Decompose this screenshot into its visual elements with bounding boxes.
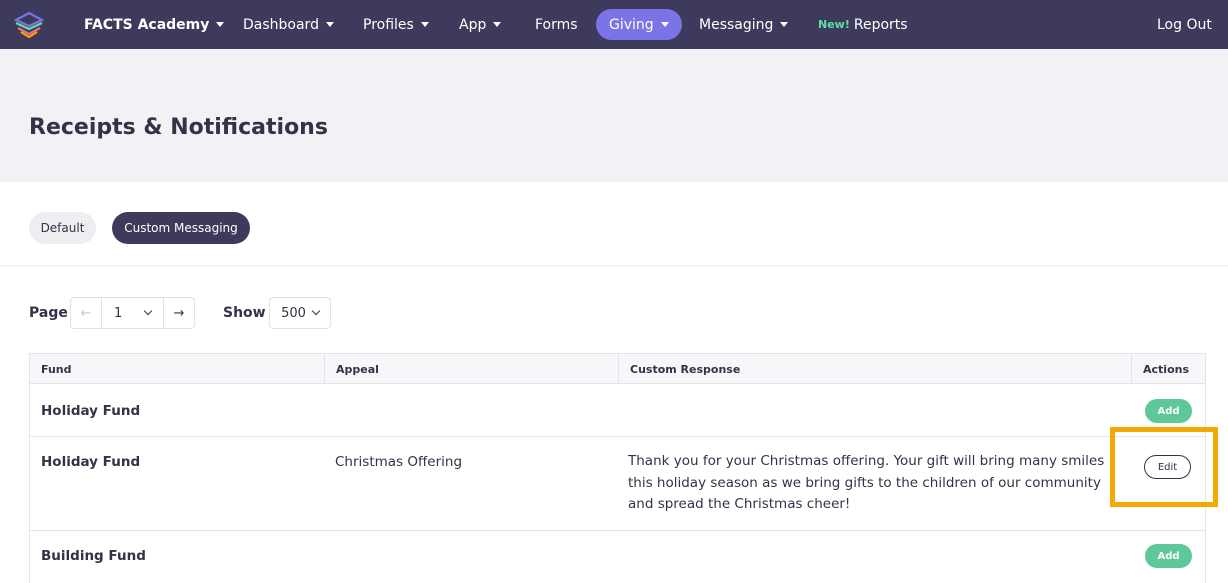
column-header-appeal[interactable]: Appeal bbox=[324, 354, 618, 384]
page-pager: ← 1 → bbox=[70, 297, 195, 329]
nav-brand-menu[interactable]: FACTS Academy bbox=[84, 0, 225, 49]
tab-default[interactable]: Default bbox=[29, 212, 96, 244]
table-row: Building Fund Add bbox=[30, 531, 1205, 583]
custom-response-cell: Thank you for your Christmas offering. Y… bbox=[628, 453, 1105, 512]
nav-item-reports[interactable]: New! Reports bbox=[818, 0, 908, 49]
caret-down-icon bbox=[493, 22, 502, 27]
nav-item-forms[interactable]: Forms bbox=[535, 0, 578, 49]
page-size-select[interactable]: 500 bbox=[269, 297, 331, 329]
table-row: Holiday Fund Christmas Offering Thank yo… bbox=[30, 437, 1205, 531]
nav-item-label: Messaging bbox=[699, 16, 774, 33]
fund-cell: Holiday Fund bbox=[41, 454, 141, 470]
nav-item-app[interactable]: App bbox=[459, 0, 502, 49]
logout-link[interactable]: Log Out bbox=[1157, 0, 1212, 49]
section-divider bbox=[0, 265, 1228, 267]
arrow-left-icon: ← bbox=[80, 305, 92, 321]
nav-item-dashboard[interactable]: Dashboard bbox=[243, 0, 334, 49]
caret-down-icon bbox=[780, 22, 789, 27]
chevron-down-icon bbox=[311, 306, 321, 316]
fund-cell: Holiday Fund bbox=[41, 403, 141, 419]
add-button[interactable]: Add bbox=[1145, 399, 1192, 423]
next-page-button[interactable]: → bbox=[164, 298, 194, 328]
tab-custom-messaging[interactable]: Custom Messaging bbox=[112, 212, 250, 244]
logout-label: Log Out bbox=[1157, 16, 1212, 33]
prev-page-button[interactable]: ← bbox=[71, 298, 101, 328]
new-badge: New! bbox=[818, 18, 850, 31]
nav-item-label: App bbox=[459, 16, 487, 33]
page-label: Page bbox=[29, 305, 68, 321]
chevron-down-icon bbox=[143, 306, 153, 316]
arrow-right-icon: → bbox=[173, 305, 185, 321]
fund-cell: Building Fund bbox=[41, 548, 146, 564]
page-title: Receipts & Notifications bbox=[29, 115, 328, 140]
column-header-fund[interactable]: Fund bbox=[30, 354, 324, 384]
nav-item-label: Reports bbox=[853, 16, 908, 33]
nav-item-label: Giving bbox=[609, 16, 654, 33]
appeal-cell: Christmas Offering bbox=[335, 454, 463, 470]
nav-item-label: Profiles bbox=[363, 16, 414, 33]
nav-item-giving[interactable]: Giving bbox=[596, 9, 682, 40]
table-header: Fund Appeal Custom Response Actions bbox=[30, 354, 1205, 384]
custom-messages-table: Fund Appeal Custom Response Actions Holi… bbox=[29, 353, 1206, 583]
top-navbar: FACTS Academy Dashboard Profiles App For… bbox=[0, 0, 1228, 49]
caret-down-icon bbox=[420, 22, 429, 27]
nav-item-label: Forms bbox=[535, 16, 578, 33]
nav-item-label: Dashboard bbox=[243, 16, 319, 33]
add-button[interactable]: Add bbox=[1145, 544, 1192, 568]
column-header-custom-response[interactable]: Custom Response bbox=[618, 354, 1131, 384]
show-label: Show bbox=[223, 305, 266, 321]
nav-item-profiles[interactable]: Profiles bbox=[363, 0, 429, 49]
nav-brand-label: FACTS Academy bbox=[84, 16, 210, 33]
table-row: Holiday Fund Add bbox=[30, 384, 1205, 437]
caret-down-icon bbox=[660, 22, 669, 27]
page-value: 1 bbox=[114, 305, 123, 321]
edit-highlight-frame bbox=[1110, 427, 1218, 507]
facts-logo-icon[interactable] bbox=[14, 11, 44, 39]
page-select[interactable]: 1 bbox=[101, 298, 164, 328]
caret-down-icon bbox=[325, 22, 334, 27]
column-header-actions: Actions bbox=[1131, 354, 1206, 384]
nav-item-messaging[interactable]: Messaging bbox=[699, 0, 789, 49]
caret-down-icon bbox=[216, 22, 225, 27]
page-size-value: 500 bbox=[281, 305, 306, 321]
